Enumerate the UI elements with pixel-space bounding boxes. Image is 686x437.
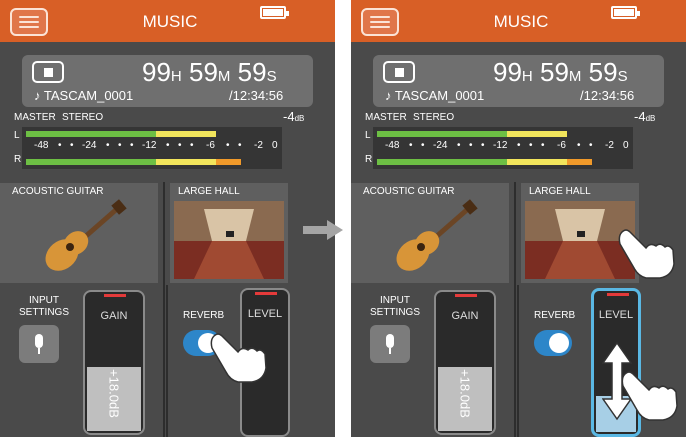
gain-value: +18.0dB	[106, 369, 122, 418]
left-meter-bar	[377, 131, 567, 137]
meter-scale: -48 • • -24 • • • -12 • • • -6 • • -2 0	[34, 140, 278, 151]
app-title: MUSIC	[493, 12, 549, 31]
input-settings-label: INPUT SETTINGS	[369, 295, 420, 318]
meter-scale: -48 • • -24 • • • -12 • • • -6 • • -2 0	[385, 140, 629, 151]
app-title: MUSIC	[142, 12, 198, 31]
input-settings-button[interactable]	[370, 325, 410, 363]
remaining-time: /12:34:56	[229, 88, 284, 103]
stop-icon[interactable]	[383, 61, 415, 83]
stereo-label: STEREO	[62, 112, 104, 123]
menu-icon[interactable]	[361, 8, 399, 36]
recorder-status: 99H 59M 59S ♪ TASCAM_0001 /12:34:56	[22, 55, 313, 107]
column-divider	[166, 285, 168, 437]
acoustic-guitar-icon	[396, 199, 478, 271]
time-counter: 99H 59M 59S	[142, 57, 277, 87]
input-settings-button[interactable]	[19, 325, 59, 363]
recorder-status: 99H 59M 59S ♪ TASCAM_0001 /12:34:56	[373, 55, 664, 107]
file-name: ♪ TASCAM_0001	[385, 88, 485, 103]
master-label: MASTER	[14, 112, 56, 123]
column-divider	[517, 285, 519, 437]
effect-label: LARGE HALL	[529, 186, 591, 197]
gain-label: GAIN	[100, 310, 128, 322]
gain-fader[interactable]: GAIN +18.0dB	[83, 290, 145, 435]
column-divider	[163, 182, 165, 437]
level-label: LEVEL	[247, 308, 283, 320]
pointing-hand-icon	[621, 371, 678, 421]
reverb-label: REVERB	[183, 310, 225, 321]
effect-label: LARGE HALL	[178, 186, 240, 197]
source-label: ACOUSTIC GUITAR	[363, 186, 455, 197]
battery-icon	[260, 6, 289, 19]
input-settings-label: INPUT SETTINGS	[18, 295, 69, 318]
gain-label: GAIN	[451, 310, 479, 322]
remaining-time: /12:34:56	[580, 88, 635, 103]
time-counter: 99H 59M 59S	[493, 57, 628, 87]
stereo-label: STEREO	[413, 112, 455, 123]
right-channel-label: R	[14, 154, 22, 165]
microphone-icon	[386, 334, 394, 354]
device-screen-after: MUSIC 99H 59M 59S ♪ TASCAM_0001 /12:34:5…	[351, 0, 686, 437]
gain-value: +18.0dB	[457, 369, 473, 418]
right-channel-label: R	[365, 154, 373, 165]
left-channel-label: L	[14, 130, 20, 141]
concert-hall-image	[174, 201, 284, 279]
pointing-hand-icon	[210, 333, 267, 383]
source-tile[interactable]	[351, 183, 509, 283]
top-bar: MUSIC	[351, 0, 686, 42]
level-meter: -48 • • -24 • • • -12 • • • -6 • • -2 0	[373, 127, 633, 169]
right-meter-bar	[26, 159, 241, 165]
right-arrow-icon	[303, 220, 343, 240]
column-divider	[514, 182, 516, 437]
level-meter: -48 • • -24 • • • -12 • • • -6 • • -2 0	[22, 127, 282, 169]
stop-icon[interactable]	[32, 61, 64, 83]
left-meter-bar	[26, 131, 216, 137]
peak-level: -4dB	[634, 109, 656, 124]
master-label: MASTER	[365, 112, 407, 123]
right-meter-bar	[377, 159, 592, 165]
left-channel-label: L	[365, 130, 371, 141]
microphone-icon	[35, 334, 43, 354]
menu-icon[interactable]	[10, 8, 48, 36]
effect-tile[interactable]	[170, 183, 288, 283]
file-name: ♪ TASCAM_0001	[34, 88, 134, 103]
battery-icon	[611, 6, 640, 19]
gain-fader[interactable]: GAIN +18.0dB	[434, 290, 496, 435]
source-label: ACOUSTIC GUITAR	[12, 186, 104, 197]
device-screen-before: MUSIC 99H 59M 59S ♪ TASCAM_0001 /12:34:5…	[0, 0, 335, 437]
top-bar: MUSIC	[0, 0, 335, 42]
level-label: LEVEL	[598, 309, 634, 321]
reverb-label: REVERB	[534, 310, 576, 321]
peak-level: -4dB	[283, 109, 305, 124]
reverb-toggle[interactable]	[534, 330, 572, 356]
source-tile[interactable]	[0, 183, 158, 283]
acoustic-guitar-icon	[45, 199, 127, 271]
pointing-hand-icon	[618, 229, 675, 279]
